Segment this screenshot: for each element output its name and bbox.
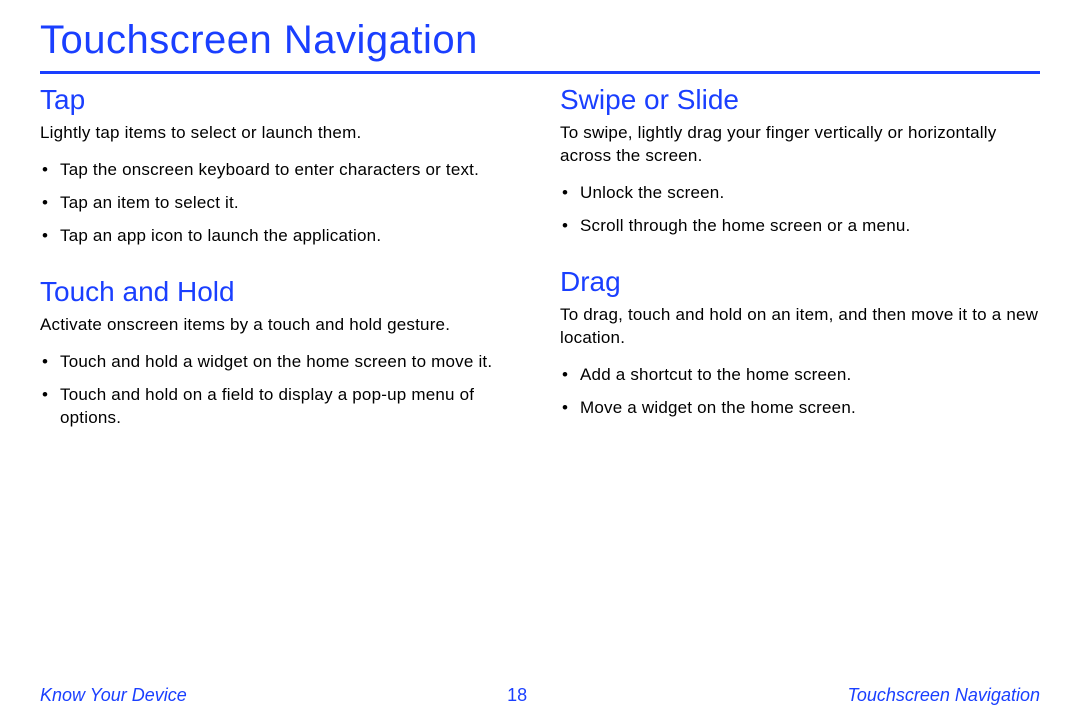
section-touch-and-hold: Touch and Hold Activate onscreen items b… [40,276,520,430]
content-columns: Tap Lightly tap items to select or launc… [40,84,1040,458]
section-intro: Lightly tap items to select or launch th… [40,122,520,145]
bullet-list: Tap the onscreen keyboard to enter chara… [40,159,520,248]
section-heading: Drag [560,266,1040,298]
list-item: Touch and hold a widget on the home scre… [60,351,520,374]
section-intro: To swipe, lightly drag your finger verti… [560,122,1040,168]
footer-right: Touchscreen Navigation [848,685,1040,706]
list-item: Touch and hold on a field to display a p… [60,384,520,430]
list-item: Tap an app icon to launch the applicatio… [60,225,520,248]
page-title: Touchscreen Navigation [40,18,1040,74]
list-item: Tap the onscreen keyboard to enter chara… [60,159,520,182]
page-footer: Know Your Device 18 Touchscreen Navigati… [0,685,1080,706]
left-column: Tap Lightly tap items to select or launc… [40,84,520,458]
footer-left: Know Your Device [40,685,187,706]
section-heading: Touch and Hold [40,276,520,308]
section-intro: Activate onscreen items by a touch and h… [40,314,520,337]
right-column: Swipe or Slide To swipe, lightly drag yo… [560,84,1040,458]
footer-page-number: 18 [507,685,527,706]
list-item: Scroll through the home screen or a menu… [580,215,1040,238]
bullet-list: Touch and hold a widget on the home scre… [40,351,520,430]
section-heading: Tap [40,84,520,116]
list-item: Unlock the screen. [580,182,1040,205]
bullet-list: Add a shortcut to the home screen. Move … [560,364,1040,420]
document-page: Touchscreen Navigation Tap Lightly tap i… [0,0,1080,458]
section-swipe-or-slide: Swipe or Slide To swipe, lightly drag yo… [560,84,1040,238]
list-item: Move a widget on the home screen. [580,397,1040,420]
section-heading: Swipe or Slide [560,84,1040,116]
section-intro: To drag, touch and hold on an item, and … [560,304,1040,350]
list-item: Add a shortcut to the home screen. [580,364,1040,387]
bullet-list: Unlock the screen. Scroll through the ho… [560,182,1040,238]
section-tap: Tap Lightly tap items to select or launc… [40,84,520,248]
section-drag: Drag To drag, touch and hold on an item,… [560,266,1040,420]
list-item: Tap an item to select it. [60,192,520,215]
